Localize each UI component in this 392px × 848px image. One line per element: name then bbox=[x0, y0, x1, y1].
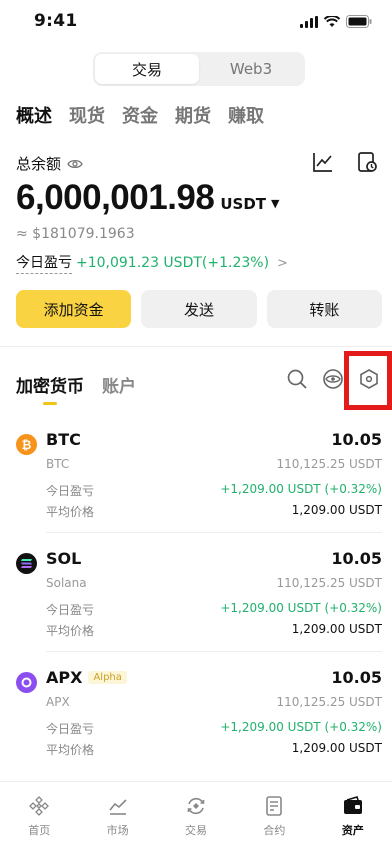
section-divider bbox=[0, 346, 392, 347]
asset-avg-label: 平均价格 bbox=[46, 624, 95, 638]
asset-pnl-value: +1,209.00 USDT (+0.32%) bbox=[220, 482, 382, 496]
add-funds-button[interactable]: 添加资金 bbox=[16, 290, 132, 328]
alpha-badge: Alpha bbox=[88, 671, 127, 684]
main-tabs: 概述 现货 资金 期货 赚取 bbox=[16, 102, 264, 128]
asset-symbol: SOL bbox=[46, 549, 81, 568]
tab-crypto[interactable]: 加密货币 bbox=[16, 372, 84, 405]
total-balance-value: 6,000,001.98 bbox=[16, 178, 215, 217]
highlight-box bbox=[344, 351, 392, 410]
row-divider bbox=[46, 651, 382, 652]
asset-avg-value: 1,209.00 USDT bbox=[291, 741, 382, 755]
bottom-nav: 首页 市场 交易 合约 资产 bbox=[0, 781, 392, 848]
transfer-button[interactable]: 转账 bbox=[266, 290, 382, 328]
caret-down-icon[interactable]: ▼ bbox=[271, 197, 279, 210]
home-icon bbox=[29, 796, 50, 816]
asset-quantity: 10.05 bbox=[331, 668, 382, 687]
asset-avg-label: 平均价格 bbox=[46, 743, 95, 757]
segment-exchange[interactable]: 交易 bbox=[95, 54, 199, 84]
asset-avg-label: 平均价格 bbox=[46, 505, 95, 519]
row-divider bbox=[46, 532, 382, 533]
nav-trade-label: 交易 bbox=[185, 824, 208, 837]
asset-name: BTC bbox=[46, 457, 70, 471]
account-type-switch: 交易 Web3 bbox=[93, 52, 305, 86]
asset-pnl-label: 今日盈亏 bbox=[46, 722, 95, 736]
status-bar: 9:41 bbox=[0, 0, 392, 46]
trade-icon bbox=[187, 797, 205, 815]
asset-quantity: 10.05 bbox=[331, 430, 382, 449]
total-balance-label: 总余额 bbox=[16, 155, 62, 173]
hide-small-balance-icon[interactable] bbox=[322, 368, 344, 390]
asset-row-apx[interactable]: APX Alpha 10.05 APX 110,125.25 USDT 今日盈亏… bbox=[16, 668, 382, 786]
today-pnl-value: +10,091.23 USDT(+1.23%) bbox=[76, 255, 270, 271]
tab-funding[interactable]: 资金 bbox=[122, 102, 158, 128]
asset-list-tabs: 加密货币 账户 bbox=[16, 372, 136, 405]
chevron-right-icon: > bbox=[277, 255, 288, 271]
today-pnl-label: 今日盈亏 bbox=[16, 252, 72, 274]
balance-tools bbox=[312, 151, 378, 173]
cellular-signal-icon bbox=[300, 15, 318, 28]
send-button[interactable]: 发送 bbox=[141, 290, 257, 328]
asset-avg-value: 1,209.00 USDT bbox=[291, 503, 382, 517]
asset-row-btc[interactable]: ₿ BTC 10.05 BTC 110,125.25 USDT 今日盈亏 +1,… bbox=[16, 430, 382, 548]
asset-pnl-value: +1,209.00 USDT (+0.32%) bbox=[220, 720, 382, 734]
tab-overview[interactable]: 概述 bbox=[16, 102, 52, 128]
asset-pnl-value: +1,209.00 USDT (+0.32%) bbox=[220, 601, 382, 615]
nav-home-label: 首页 bbox=[28, 824, 51, 837]
asset-pnl-label: 今日盈亏 bbox=[46, 603, 95, 617]
nav-home[interactable]: 首页 bbox=[0, 782, 78, 848]
asset-symbol-text: SOL bbox=[46, 549, 82, 568]
nav-market-label: 市场 bbox=[106, 824, 129, 837]
asset-quantity: 10.05 bbox=[331, 549, 382, 568]
tab-spot[interactable]: 现货 bbox=[69, 102, 105, 128]
history-icon[interactable] bbox=[356, 151, 378, 173]
bitcoin-icon: ₿ bbox=[16, 434, 37, 455]
balance-usd-equivalent: ≈ $181079.1963 bbox=[16, 226, 135, 242]
asset-symbol: BTC bbox=[46, 430, 81, 449]
nav-assets-label: 资产 bbox=[341, 824, 364, 837]
eye-icon[interactable] bbox=[67, 158, 83, 170]
battery-icon bbox=[346, 15, 372, 28]
asset-name: Solana bbox=[46, 576, 87, 590]
asset-value: 110,125.25 USDT bbox=[276, 576, 383, 590]
market-icon bbox=[108, 799, 127, 815]
nav-contract-label: 合约 bbox=[263, 824, 286, 837]
solana-icon bbox=[16, 553, 37, 574]
status-time: 9:41 bbox=[34, 11, 78, 31]
asset-pnl-label: 今日盈亏 bbox=[46, 484, 95, 498]
action-buttons: 添加资金 发送 转账 bbox=[16, 290, 382, 328]
asset-symbol: APX Alpha bbox=[46, 668, 127, 687]
asset-avg-value: 1,209.00 USDT bbox=[291, 622, 382, 636]
contract-icon bbox=[266, 796, 283, 816]
status-icons bbox=[300, 15, 372, 28]
total-balance-header: 总余额 bbox=[16, 153, 83, 174]
search-icon[interactable] bbox=[286, 368, 308, 390]
chart-trend-icon[interactable] bbox=[312, 151, 334, 173]
tab-futures[interactable]: 期货 bbox=[175, 102, 211, 128]
nav-contract[interactable]: 合约 bbox=[235, 782, 313, 848]
asset-value: 110,125.25 USDT bbox=[276, 695, 383, 709]
asset-symbol-text: BTC bbox=[46, 430, 81, 449]
nav-assets[interactable]: 资产 bbox=[314, 782, 392, 848]
apx-icon bbox=[16, 672, 37, 693]
asset-row-sol[interactable]: SOL 10.05 Solana 110,125.25 USDT 今日盈亏 +1… bbox=[16, 549, 382, 667]
wifi-icon bbox=[324, 15, 340, 27]
balance-currency-select[interactable]: USDT bbox=[220, 195, 266, 213]
tab-earn[interactable]: 赚取 bbox=[228, 102, 264, 128]
nav-trade[interactable]: 交易 bbox=[157, 782, 235, 848]
segment-web3[interactable]: Web3 bbox=[199, 54, 303, 84]
wallet-icon bbox=[343, 796, 362, 814]
today-pnl-row[interactable]: 今日盈亏 +10,091.23 USDT(+1.23%) > bbox=[16, 252, 288, 274]
tab-account[interactable]: 账户 bbox=[102, 372, 136, 397]
balance-row: 6,000,001.98 USDT ▼ bbox=[16, 178, 280, 218]
asset-value: 110,125.25 USDT bbox=[276, 457, 383, 471]
asset-name: APX bbox=[46, 695, 70, 709]
asset-symbol-text: APX bbox=[46, 668, 83, 687]
nav-market[interactable]: 市场 bbox=[78, 782, 156, 848]
